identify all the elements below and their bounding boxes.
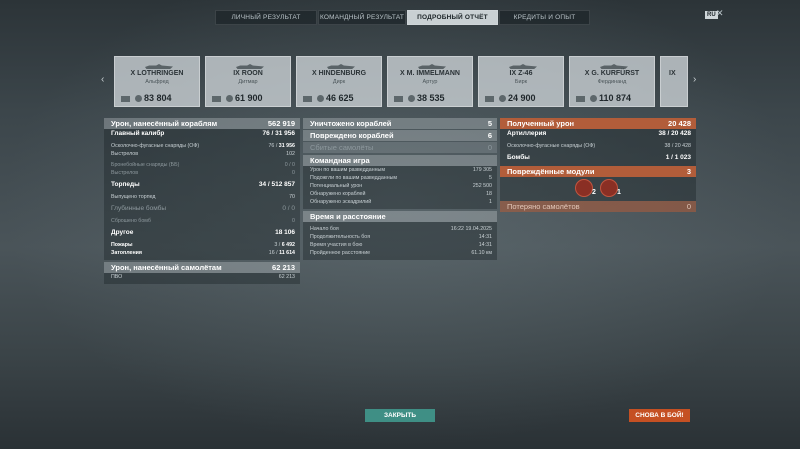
ship-name: IX ROON <box>233 70 263 77</box>
planes-shot-row: Сбитые самолёты 0 <box>303 142 497 153</box>
team-row: Урон по вашим разведданным 179 305 <box>310 167 492 173</box>
damage-icon <box>590 95 597 103</box>
ship-silhouette-icon <box>509 64 537 69</box>
ships-destroyed-row: Уничтожено кораблей 5 <box>303 118 497 129</box>
player-name: Бирк <box>514 79 528 85</box>
carousel-next-icon[interactable]: › <box>693 74 696 85</box>
team-row: Обнаружено кораблей 18 <box>310 191 492 197</box>
ship-name: IX Z-46 <box>509 70 533 77</box>
ship-damage: 110 874 <box>599 93 632 103</box>
ship-name: IX <box>669 70 676 77</box>
damage-icon <box>135 95 142 103</box>
damage-icon <box>226 95 233 103</box>
aa-row: ПВО 62 213 <box>111 274 295 280</box>
battle-again-button[interactable]: СНОВА В БОЙ! <box>629 409 690 422</box>
ship-silhouette-icon <box>145 64 173 69</box>
ribbon-icon <box>212 95 221 102</box>
bombs-row: Бомбы 1 / 1 023 <box>507 154 691 161</box>
ship-name: X HINDENBURG <box>311 70 367 77</box>
result-tabs: ЛИЧНЫЙ РЕЗУЛЬТАТ КОМАНДНЫЙ РЕЗУЛЬТАТ ПОД… <box>215 10 591 25</box>
ship-name: X M. IMMELMANN <box>400 70 460 77</box>
time-row: Пройденное расстояние 61.10 км <box>310 250 492 256</box>
planes-lost-row: Потеряно самолётов 0 <box>500 201 696 212</box>
ribbon-icon <box>303 95 312 102</box>
ship-silhouette-icon <box>327 64 355 69</box>
engine-icon: 1 <box>600 179 621 197</box>
fires-row: Пожары 3 / 6 492 <box>111 242 295 248</box>
tab-personal-result[interactable]: ЛИЧНЫЙ РЕЗУЛЬТАТ <box>215 10 317 25</box>
torpedoes-launched-row: Выпущено торпед 70 <box>111 194 295 200</box>
damaged-modules-list: 2 1 <box>500 177 696 201</box>
time-distance-header: Время и расстояние <box>303 211 497 222</box>
he-shells-row: Осколочно-фугасные снаряды (ОФ) 76 / 31 9… <box>111 143 295 149</box>
close-button[interactable]: ЗАКРЫТЬ <box>365 409 435 422</box>
damaged-modules-header: Повреждённые модули 3 <box>500 166 696 177</box>
torpedoes-row: Торпеды 34 / 512 857 <box>111 181 295 188</box>
main-battery-row: Главный калибр 76 / 31 956 <box>111 130 295 137</box>
ship-damage: 83 804 <box>144 93 172 103</box>
time-row: Время участия в бою 14:31 <box>310 242 492 248</box>
tab-credits-xp[interactable]: КРЕДИТЫ И ОПЫТ <box>499 10 590 25</box>
ap-shots-row: Выстрелов 0 <box>111 170 295 176</box>
he-shots-row: Выстрелов 102 <box>111 151 295 157</box>
ship-name: X G. KURFÜRST <box>584 70 640 77</box>
close-icon[interactable]: ✕ <box>716 8 724 19</box>
ribbon-icon <box>121 95 130 102</box>
ribbon-icon <box>394 95 403 102</box>
ribbon-icon <box>576 95 585 102</box>
damage-received-panel: Полученный урон 20 428 Артиллерия 38 / 20 … <box>500 118 696 212</box>
ship-silhouette-icon <box>236 64 264 69</box>
ship-name: X LOTHRINGEN <box>130 70 184 77</box>
ship-damage: 24 900 <box>508 93 536 103</box>
team-play-header: Командная игра <box>303 155 497 166</box>
ship-card[interactable]: X HINDENBURG Дирк 46 625 <box>296 56 382 107</box>
damage-icon <box>408 95 415 103</box>
player-name: Фердинанд <box>597 79 627 85</box>
ship-card[interactable]: X LOTHRINGEN Альфред 83 804 <box>114 56 200 107</box>
ship-silhouette-icon <box>418 64 446 69</box>
ship-card[interactable]: IX Z-46 Бирк 24 900 <box>478 56 564 107</box>
player-name: Артур <box>422 79 438 85</box>
ships-damaged-row: Повреждено кораблей 6 <box>303 130 497 141</box>
team-row: Обнаружено эскадрилий 1 <box>310 199 492 205</box>
damage-icon <box>317 95 324 103</box>
ship-card[interactable]: X M. IMMELMANN Артур 38 535 <box>387 56 473 107</box>
other-damage-row: Другое 18 106 <box>111 229 295 236</box>
tab-team-result[interactable]: КОМАНДНЫЙ РЕЗУЛЬТАТ <box>318 10 406 25</box>
depth-charges-dropped-row: Сброшено бомб 0 <box>111 218 295 224</box>
floods-row: Затопления 16 / 11 614 <box>111 250 295 256</box>
ship-damage: 46 625 <box>326 93 354 103</box>
ship-damage: 61 900 <box>235 93 263 103</box>
aircraft-damage-header: Урон, нанесённый самолётам 62 213 <box>104 262 300 273</box>
ap-shells-row: Бронебойные снаряды (ББ) 0 / 0 <box>111 162 295 168</box>
player-name: Дитмар <box>238 79 258 85</box>
ship-damage-header: Урон, нанесённый кораблям 562 919 <box>104 118 300 129</box>
team-row: Потенциальный урон 252 500 <box>310 183 492 189</box>
tab-detailed-report[interactable]: ПОДРОБНЫЙ ОТЧЁТ <box>407 10 498 25</box>
ribbon-icon <box>485 95 494 102</box>
damage-dealt-panel: Урон, нанесённый кораблям 562 919 Главный… <box>104 118 300 284</box>
torpedo-tube-icon: 2 <box>575 179 596 197</box>
ship-silhouette-icon <box>600 64 628 69</box>
ship-damage: 38 535 <box>417 93 445 103</box>
time-row: Начало боя 16:22 19.04.2025 <box>310 226 492 232</box>
ship-card[interactable]: X G. KURFÜRST Фердинанд 110 874 <box>569 56 655 107</box>
artillery-row: Артиллерия 38 / 20 428 <box>507 130 691 137</box>
carousel-prev-icon[interactable]: ‹ <box>101 74 104 85</box>
player-name: Дирк <box>332 79 346 85</box>
damage-received-header: Полученный урон 20 428 <box>500 118 696 129</box>
player-name: Альфред <box>145 79 169 85</box>
depth-charges-row: Глубинные бомбы 0 / 0 <box>111 205 295 212</box>
battle-summary-panel: Уничтожено кораблей 5 Повреждено кораблей… <box>303 118 497 260</box>
ship-card[interactable]: IX ROON Дитмар 61 900 <box>205 56 291 107</box>
ship-card-partial[interactable]: IX <box>660 56 688 107</box>
damage-icon <box>499 95 506 103</box>
time-row: Продолжительность боя 14:31 <box>310 234 492 240</box>
he-received-row: Осколочно-фугасные снаряды (ОФ) 38 / 20 4… <box>507 143 691 149</box>
team-row: Подожгли по вашим разведданным 5 <box>310 175 492 181</box>
